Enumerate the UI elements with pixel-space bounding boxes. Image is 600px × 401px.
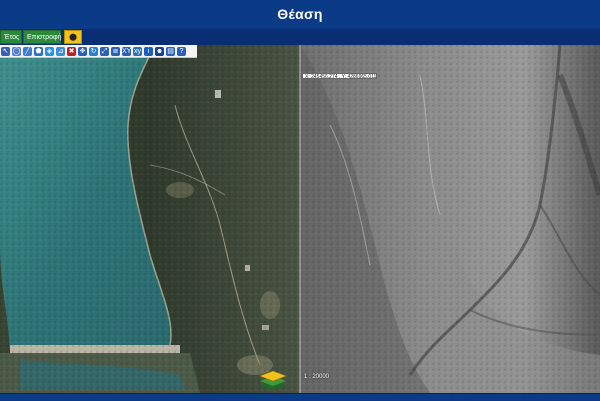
menu-bar: Έτος ▾ Επιστροφή ⬤ ▾: [0, 29, 600, 55]
draw-line-icon[interactable]: ╱: [23, 46, 32, 56]
back-button[interactable]: Επιστροφή: [23, 30, 61, 44]
scale-label: 1 : 20000: [304, 374, 330, 380]
draw-polygon-icon[interactable]: ⬟: [34, 46, 43, 56]
measure-icon[interactable]: ⊿: [56, 46, 65, 56]
map-imagery[interactable]: [0, 45, 600, 393]
page-title: Θέαση: [277, 6, 323, 22]
zoom-to-icon[interactable]: ⤢: [100, 46, 109, 56]
location-dropdown-button[interactable]: ⬤ ▾: [64, 30, 82, 55]
help-icon[interactable]: ?: [177, 46, 186, 56]
xy-coordinates-icon[interactable]: XY: [122, 46, 131, 56]
select-arrow-icon[interactable]: ↖: [1, 46, 10, 56]
print-icon[interactable]: ▤: [166, 46, 175, 56]
map-view[interactable]: [0, 45, 600, 393]
clear-icon[interactable]: ✖: [67, 46, 76, 56]
refresh-icon[interactable]: ↻: [89, 46, 98, 56]
title-bar: Θέαση: [0, 0, 600, 31]
pan-icon[interactable]: ✥: [78, 46, 87, 56]
shapes-icon[interactable]: ◈: [45, 46, 54, 56]
map-toolbar: ↖ ◯ ╱ ⬟ ◈ ⊿ ✖ ✥ ↻ ⤢ ≣ XY xy i ☻ ▤?: [0, 45, 197, 58]
person-icon[interactable]: ☻: [155, 46, 164, 56]
coordinate-readout: X: 245456.274 , Y: 4286965.011: [302, 73, 377, 79]
layers-icon[interactable]: [258, 368, 288, 390]
info-icon[interactable]: i: [144, 46, 153, 56]
globe-icon[interactable]: ◯: [12, 46, 21, 56]
list-icon[interactable]: ≣: [111, 46, 120, 56]
xy-search-icon[interactable]: xy: [133, 46, 142, 56]
year-dropdown-button[interactable]: Έτος ▾: [0, 30, 22, 55]
